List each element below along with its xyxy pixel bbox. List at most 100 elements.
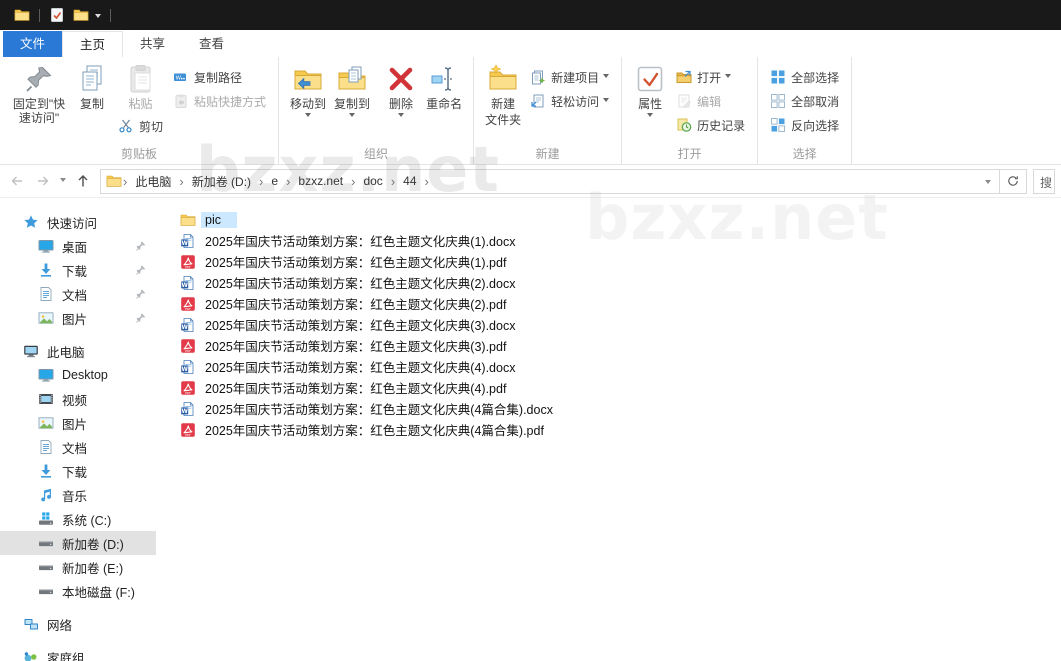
breadcrumb-item[interactable]: e [264, 171, 285, 191]
move-to-button[interactable]: 移动到 [286, 60, 330, 123]
sidebar-section-label: 快速访问 [47, 216, 98, 231]
sidebar-item[interactable]: 图片 [0, 411, 156, 435]
sidebar-item[interactable]: 文档 [0, 435, 156, 459]
cut-button[interactable]: 剪切 [113, 114, 168, 138]
breadcrumb-item[interactable]: doc [356, 171, 389, 191]
sidebar-item[interactable]: 本地磁盘 (F:) [0, 579, 156, 603]
breadcrumb-item[interactable]: 此电脑 [128, 170, 178, 193]
edit-icon [676, 93, 692, 109]
easy-access-button[interactable]: 轻松访问 [525, 89, 614, 113]
pin-icon [135, 240, 147, 252]
sidebar: 快速访问 桌面 下载 文档 图片 此电脑 Desktop 视频 图片 文档 下载 音乐 系统 (C:) 新… [0, 198, 156, 661]
select-none-label: 全部取消 [791, 94, 840, 109]
breadcrumb-item[interactable]: bzxz.net [291, 171, 350, 191]
file-item[interactable]: W 2025年国庆节活动策划方案：红色主题文化庆典(4).docx [180, 356, 519, 377]
ribbon: 固定到"快速访问" 复制 粘贴 剪切 W 复制路径 粘贴快捷方式 剪贴板 移动到… [0, 57, 1061, 165]
recent-locations-button[interactable] [56, 177, 70, 185]
quick-access-folder-button[interactable] [10, 4, 34, 26]
file-item[interactable]: PDF 2025年国庆节活动策划方案：红色主题文化庆典(3).pdf [180, 335, 510, 356]
sidebar-item[interactable]: Desktop [0, 363, 156, 387]
copy-to-button[interactable]: 复制到 [330, 60, 374, 123]
explorer-window: bzxz.net bzxz.net 文件 主页 共享 查看 固定到"快速访问" [0, 0, 1061, 661]
sidebar-item-label: 文档 [62, 441, 88, 456]
file-item[interactable]: PDF 2025年国庆节活动策划方案：红色主题文化庆典(4).pdf [180, 377, 510, 398]
file-item[interactable]: pic [180, 209, 237, 230]
tab-home[interactable]: 主页 [62, 31, 124, 57]
ribbon-group-select: 全部选择 全部取消 反向选择 选择 [758, 57, 853, 164]
new-item-icon [530, 69, 546, 85]
sidebar-item[interactable]: 新加卷 (D:) [0, 531, 156, 555]
group-label-organize: 组织 [364, 147, 389, 161]
tab-view[interactable]: 查看 [182, 31, 241, 57]
new-item-label: 新建项目 [551, 70, 600, 85]
sidebar-item[interactable]: 下载 [0, 459, 156, 483]
svg-text:W: W [181, 241, 188, 247]
copy-path-button[interactable]: W 复制路径 [168, 65, 271, 89]
sidebar-item[interactable]: 图片 [0, 306, 156, 330]
copy-button[interactable]: 复制 [71, 60, 113, 114]
history-button[interactable]: 历史记录 [671, 113, 750, 137]
svg-text:W: W [181, 409, 188, 415]
sidebar-item[interactable]: 音乐 [0, 483, 156, 507]
word-icon: W [180, 233, 196, 249]
sidebar-item[interactable]: 视频 [0, 387, 156, 411]
new-item-button[interactable]: 新建项目 [525, 65, 614, 89]
up-button[interactable] [70, 168, 96, 194]
paste-icon [125, 63, 157, 95]
easy-access-icon [530, 93, 546, 109]
sidebar-item[interactable]: 文档 [0, 282, 156, 306]
document-icon [38, 439, 54, 455]
file-item[interactable]: PDF 2025年国庆节活动策划方案：红色主题文化庆典(4篇合集).pdf [180, 419, 548, 440]
file-item[interactable]: PDF 2025年国庆节活动策划方案：红色主题文化庆典(1).pdf [180, 251, 510, 272]
quick-access-newfolder-button[interactable] [69, 4, 93, 26]
tab-share[interactable]: 共享 [123, 31, 182, 57]
sidebar-item[interactable]: 新加卷 (E:) [0, 555, 156, 579]
arrow-up-icon [78, 175, 88, 187]
dropdown-caret-icon [398, 113, 405, 120]
search-input[interactable]: 搜 [1033, 168, 1055, 194]
refresh-button[interactable] [1000, 168, 1027, 194]
word-icon: W [180, 359, 196, 375]
open-button[interactable]: 打开 [671, 65, 750, 89]
quick-access-properties-button[interactable] [45, 4, 69, 26]
sidebar-item[interactable]: 系统 (C:) [0, 507, 156, 531]
select-all-button[interactable]: 全部选择 [765, 65, 844, 89]
sidebar-item[interactable]: 桌面 [0, 234, 156, 258]
file-item[interactable]: W 2025年国庆节活动策划方案：红色主题文化庆典(3).docx [180, 314, 519, 335]
check-document-icon [51, 8, 63, 22]
edit-button[interactable]: 编辑 [671, 89, 750, 113]
address-dropdown-icon[interactable] [985, 179, 991, 187]
invert-selection-button[interactable]: 反向选择 [765, 113, 844, 137]
rename-button[interactable]: 重命名 [422, 60, 466, 114]
delete-icon [385, 63, 417, 95]
properties-button[interactable]: 属性 [629, 60, 671, 123]
new-folder-button[interactable]: 新建 文件夹 [481, 60, 525, 130]
delete-button[interactable]: 删除 [380, 60, 422, 123]
pin-to-quick-access-button[interactable]: 固定到"快速访问" [7, 60, 71, 128]
select-none-button[interactable]: 全部取消 [765, 89, 844, 113]
chevron-down-icon[interactable] [95, 13, 101, 21]
breadcrumb-item[interactable]: 44 [396, 171, 423, 191]
file-area[interactable]: pic W 2025年国庆节活动策划方案：红色主题文化庆典(1).docx PDF 20… [156, 198, 1061, 661]
sidebar-section[interactable]: 网络 [0, 612, 156, 636]
open-label: 打开 [697, 70, 722, 85]
tab-file[interactable]: 文件 [3, 31, 63, 57]
breadcrumb-item[interactable]: 新加卷 (D:) [185, 170, 258, 193]
forward-button[interactable] [30, 168, 56, 194]
file-item[interactable]: W 2025年国庆节活动策划方案：红色主题文化庆典(2).docx [180, 272, 519, 293]
paste-shortcut-button[interactable]: 粘贴快捷方式 [168, 89, 271, 113]
ribbon-group-new: 新建 文件夹 新建项目 轻松访问 新建 [474, 57, 623, 164]
file-item[interactable]: PDF 2025年国庆节活动策划方案：红色主题文化庆典(2).pdf [180, 293, 510, 314]
back-button[interactable] [4, 168, 30, 194]
scissors-icon [118, 118, 134, 134]
svg-text:PDF: PDF [185, 432, 191, 436]
file-item[interactable]: W 2025年国庆节活动策划方案：红色主题文化庆典(1).docx [180, 230, 519, 251]
file-item[interactable]: W 2025年国庆节活动策划方案：红色主题文化庆典(4篇合集).docx [180, 398, 557, 419]
sidebar-section[interactable]: 家庭组 [0, 645, 156, 661]
sidebar-item[interactable]: 下载 [0, 258, 156, 282]
sidebar-section[interactable]: 快速访问 [0, 210, 156, 234]
address-box[interactable]: › 此电脑 › 新加卷 (D:) › e › bzxz.net › doc › 44 › [100, 168, 1000, 194]
sidebar-section[interactable]: 此电脑 [0, 339, 156, 363]
paste-button[interactable]: 粘贴 [120, 60, 162, 114]
